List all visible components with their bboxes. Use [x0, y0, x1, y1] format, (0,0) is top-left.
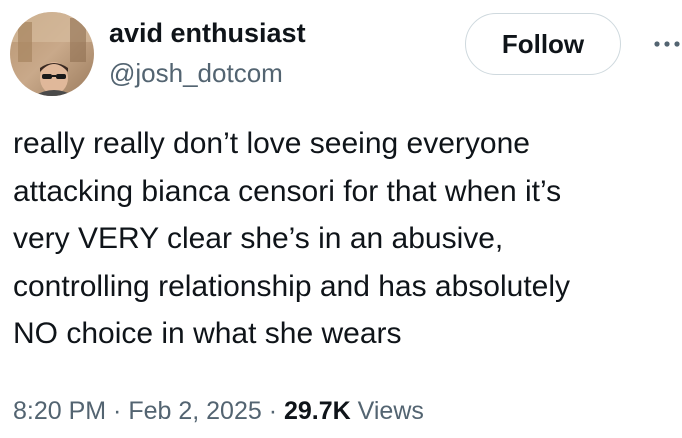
tweet-text: really really don’t love seeing everyone…: [13, 127, 571, 350]
tweet-date[interactable]: Feb 2, 2025: [128, 397, 261, 425]
profile-photo-icon: [10, 12, 94, 96]
tweet-card: avid enthusiast @josh_dotcom Follow real…: [0, 0, 682, 438]
display-name[interactable]: avid enthusiast: [109, 15, 306, 51]
meta-separator: ·: [261, 397, 284, 425]
tweet-time[interactable]: 8:20 PM: [13, 397, 106, 425]
avatar[interactable]: [10, 12, 94, 96]
user-handle[interactable]: @josh_dotcom: [109, 55, 283, 91]
tweet-meta: 8:20 PM · Feb 2, 2025 · 29.7K Views: [13, 393, 424, 429]
more-dots-icon: [654, 41, 680, 47]
more-horizontal-icon[interactable]: [652, 32, 682, 56]
views-count[interactable]: 29.7K: [284, 397, 351, 425]
views-label[interactable]: Views: [351, 397, 424, 425]
follow-button[interactable]: Follow: [465, 13, 621, 75]
meta-separator: ·: [106, 397, 129, 425]
